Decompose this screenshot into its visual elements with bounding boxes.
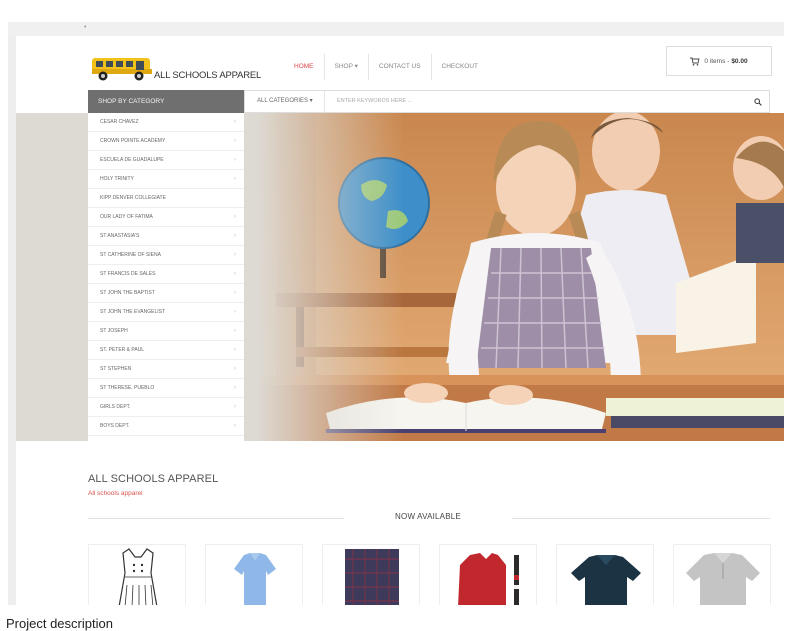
cart-total: $0.00 [731, 57, 748, 65]
category-item[interactable]: ST THERESE, PUEBLO › [88, 379, 244, 398]
cart-button[interactable]: 0 items - $0.00 [666, 46, 772, 76]
chevron-right-icon: › [234, 271, 236, 277]
category-label: OUR LADY OF FATIMA [100, 214, 153, 220]
product-card[interactable] [322, 544, 420, 605]
category-item[interactable]: ST FRANCIS DE SALES › [88, 265, 244, 284]
all-categories-dropdown[interactable]: ALL CATEGORIES ▾ [245, 91, 325, 112]
chevron-right-icon: › [234, 233, 236, 239]
chevron-right-icon: › [234, 347, 236, 353]
category-item[interactable]: ST JOSEPH › [88, 322, 244, 341]
category-item[interactable]: BOYS DEPT. › [88, 417, 244, 436]
chevron-right-icon: › [234, 423, 236, 429]
chevron-right-icon: › [234, 119, 236, 125]
jumper-dress-icon [118, 548, 158, 605]
top-strip: • [8, 22, 784, 36]
nav-home[interactable]: HOME [284, 54, 324, 80]
category-label: ST JOHN THE EVANGELIST [100, 309, 166, 315]
category-label: CESAR CHAVEZ [100, 119, 139, 125]
divider [512, 518, 770, 519]
divider [88, 518, 344, 519]
section-subtitle[interactable]: All schools apparel [88, 490, 143, 497]
nav-contact-us[interactable]: CONTACT US [367, 54, 431, 80]
category-item[interactable]: ST JOHN THE BAPTIST › [88, 284, 244, 303]
category-label: CROWN POINTE ACADEMY [100, 138, 166, 144]
main-nav: HOME SHOP ▾ CONTACT US CHECKOUT [284, 54, 488, 80]
category-item[interactable]: KIPP DENVER COLLEGIATE [88, 189, 244, 208]
category-item[interactable]: GIRLS DEPT. › [88, 398, 244, 417]
chevron-right-icon: › [234, 328, 236, 334]
chevron-right-icon: › [234, 214, 236, 220]
category-item[interactable]: CROWN POINTE ACADEMY › [88, 132, 244, 151]
product-card[interactable] [205, 544, 303, 605]
nav-checkout[interactable]: CHECKOUT [430, 54, 488, 80]
category-label: ST THERESE, PUEBLO [100, 385, 155, 391]
nav-shop[interactable]: SHOP ▾ [323, 54, 368, 80]
product-card[interactable] [673, 544, 771, 605]
logo-text[interactable]: ALL SCHOOLS APPAREL [154, 70, 261, 81]
search-icon [754, 97, 762, 106]
category-item[interactable]: ESCUELA DE GUADALUPE › [88, 151, 244, 170]
now-available-heading: NOW AVAILABLE [88, 512, 770, 526]
cart-items-label: 0 items - [704, 57, 730, 65]
chevron-right-icon: › [234, 290, 236, 296]
category-item[interactable]: OUR LADY OF FATIMA › [88, 208, 244, 227]
category-item[interactable]: ST ANASTASIA'S › [88, 227, 244, 246]
polo-shirt-icon [571, 555, 641, 605]
polo-shirt-icon [686, 553, 760, 605]
school-bus-logo[interactable] [90, 56, 154, 82]
category-item[interactable]: ST. PETER & PAUL › [88, 341, 244, 360]
category-label: ST JOSEPH [100, 328, 128, 334]
project-description-caption: Project description [6, 616, 113, 631]
search-button[interactable] [747, 91, 769, 112]
section-title: ALL SCHOOLS APPAREL [88, 473, 219, 485]
chevron-right-icon: › [234, 309, 236, 315]
product-card[interactable] [556, 544, 654, 605]
browser-content: • ALL SCHOOLS APPAREL HOME SHOP ▾ CONTAC… [8, 22, 784, 605]
category-label: ST JOHN THE BAPTIST [100, 290, 155, 296]
category-item[interactable]: ST CATHERINE OF SIENA › [88, 246, 244, 265]
category-item[interactable]: ST STEPHEN › [88, 360, 244, 379]
product-card[interactable] [439, 544, 537, 605]
chevron-right-icon: › [234, 176, 236, 182]
category-label: BOYS DEPT. [100, 423, 130, 429]
product-grid [88, 544, 778, 605]
category-label: KIPP DENVER COLLEGIATE [100, 195, 166, 201]
category-item[interactable]: CESAR CHAVEZ › [88, 113, 244, 132]
category-item[interactable]: ST JOHN THE EVANGELIST › [88, 303, 244, 322]
cart-icon [690, 57, 700, 66]
polo-shirt-icon [234, 553, 276, 605]
web-page: ALL SCHOOLS APPAREL HOME SHOP ▾ CONTACT … [16, 36, 784, 605]
chevron-right-icon: › [234, 157, 236, 163]
search-bar: ALL CATEGORIES ▾ ENTER KEYWORDS HERE ... [244, 90, 770, 113]
chevron-right-icon: › [234, 404, 236, 410]
classroom-hero-image[interactable] [256, 113, 784, 441]
category-label: ESCUELA DE GUADALUPE [100, 157, 164, 163]
shop-by-category-toggle[interactable]: SHOP BY CATEGORY [88, 90, 244, 113]
chevron-right-icon: › [234, 252, 236, 258]
sweater-icon [458, 553, 519, 605]
category-sidebar: CESAR CHAVEZ › CROWN POINTE ACADEMY › ESCU… [88, 113, 244, 441]
category-label: ST CATHERINE OF SIENA [100, 252, 161, 258]
topbar-icon: • [84, 24, 87, 31]
category-label: ST ANASTASIA'S [100, 233, 140, 239]
category-item[interactable]: HOLY TRINITY › [88, 170, 244, 189]
category-label: ST STEPHEN [100, 366, 132, 372]
product-card[interactable] [88, 544, 186, 605]
category-label: ST. PETER & PAUL [100, 347, 145, 353]
category-label: ST FRANCIS DE SALES [100, 271, 156, 277]
chevron-right-icon: › [234, 138, 236, 144]
search-input[interactable]: ENTER KEYWORDS HERE ... [337, 91, 412, 112]
now-available-label: NOW AVAILABLE [395, 512, 461, 521]
category-label: HOLY TRINITY [100, 176, 134, 182]
plaid-skirt-icon [345, 549, 399, 605]
category-label: GIRLS DEPT. [100, 404, 131, 410]
chevron-right-icon: › [234, 385, 236, 391]
chevron-right-icon: › [234, 366, 236, 372]
